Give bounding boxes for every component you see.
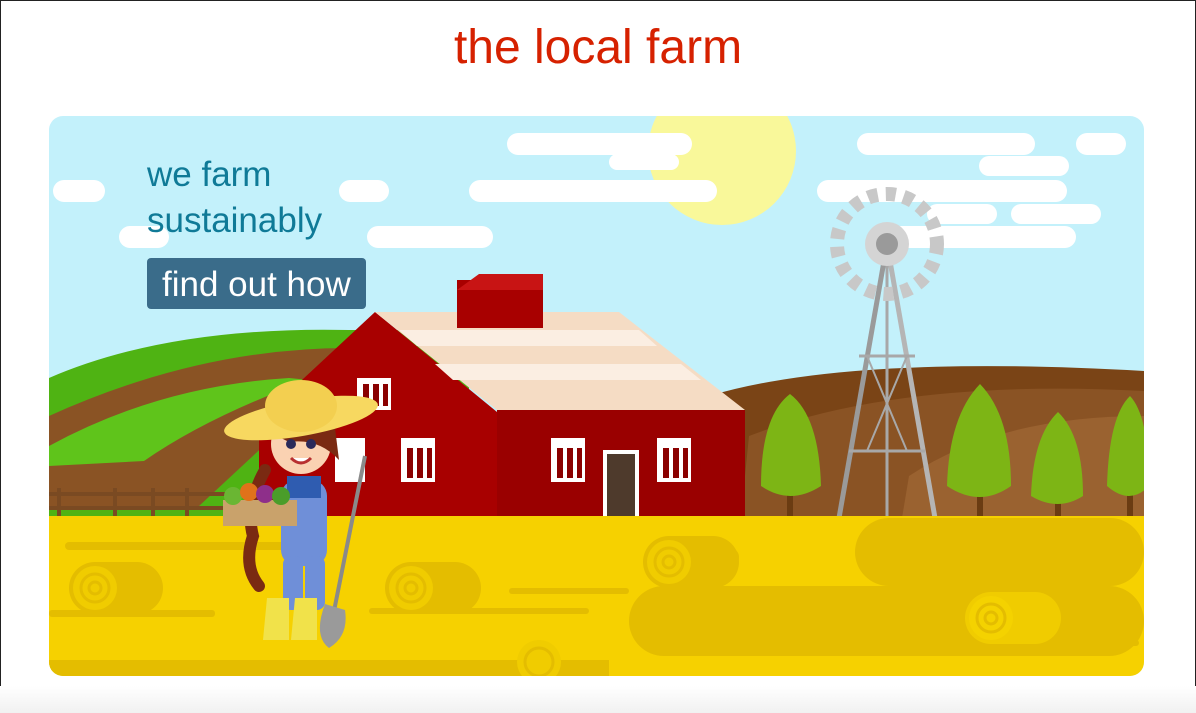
page-bottom-shade <box>0 686 1196 713</box>
find-out-how-button[interactable]: find out how <box>147 258 366 309</box>
sun-icon <box>648 116 796 225</box>
hero-tagline: we farm sustainably <box>147 155 323 240</box>
page-title: the local farm <box>453 21 743 74</box>
hero-banner: we farm sustainably find out how <box>49 116 1144 676</box>
